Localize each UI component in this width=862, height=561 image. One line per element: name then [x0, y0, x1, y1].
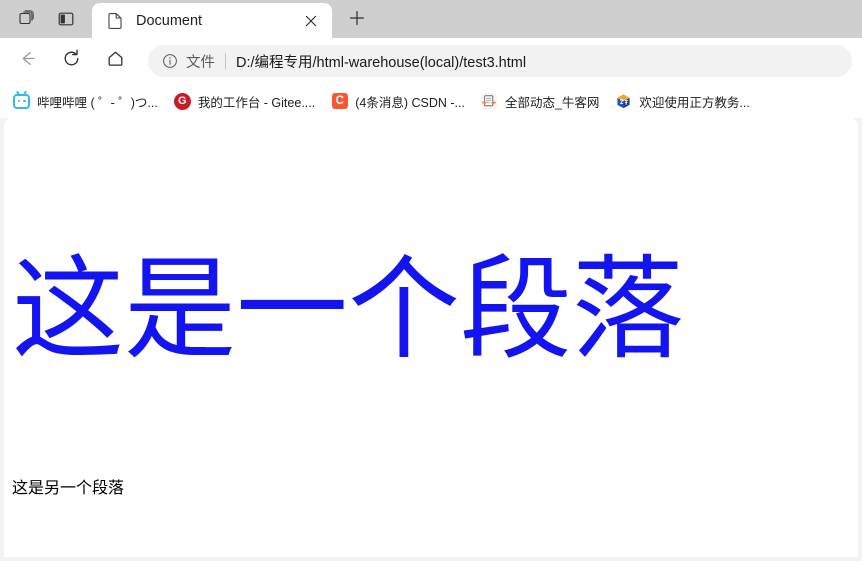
bookmark-label: 全部动态_牛客网 [504, 95, 600, 110]
bookmark-item-gitee[interactable]: G 我的工作台 - Gitee.... [167, 88, 322, 114]
address-separator [225, 53, 226, 69]
csdn-icon: C [331, 93, 348, 110]
info-circle-icon[interactable] [160, 51, 180, 71]
content-viewport-area: 这是一个段落 这是另一个段落 [0, 118, 862, 561]
bookmark-item-nowcoder[interactable]: 全部动态_牛客网 [474, 88, 606, 114]
back-button[interactable] [10, 44, 44, 78]
page-paragraph-small: 这是另一个段落 [12, 478, 125, 498]
zhengfang-icon [615, 93, 632, 110]
address-url-text[interactable]: D:/编程专用/html-warehouse(local)/test3.html [236, 51, 526, 72]
new-tab-button[interactable] [340, 5, 374, 35]
home-button[interactable] [98, 44, 132, 78]
home-icon [105, 48, 126, 74]
bilibili-icon [13, 93, 30, 110]
bookmark-label: (4条消息) CSDN -... [355, 95, 465, 110]
page-paragraph-large: 这是一个段落 [12, 245, 684, 375]
refresh-icon [61, 48, 82, 74]
close-icon[interactable] [298, 8, 324, 34]
document-page-icon [106, 12, 124, 30]
bookmark-label: 我的工作台 - Gitee.... [197, 95, 316, 110]
split-screen-icon [56, 9, 76, 29]
nowcoder-icon [481, 93, 498, 110]
navigation-toolbar: 文件 D:/编程专用/html-warehouse(local)/test3.h… [0, 38, 862, 84]
bookmark-item-zhengfang[interactable]: 欢迎使用正方教务... [608, 88, 756, 114]
gitee-icon-text: G [173, 92, 191, 110]
browser-window: Document 文件 D:/编程专用/html-warehouse(local… [0, 0, 862, 561]
tab-actions-button[interactable] [6, 3, 46, 35]
back-arrow-icon [17, 48, 38, 74]
tab-actions-icon [16, 9, 36, 29]
bookmark-item-csdn[interactable]: C (4条消息) CSDN -... [324, 88, 472, 114]
rendered-html-document: 这是一个段落 这是另一个段落 [4, 118, 858, 557]
tab-title: Document [136, 12, 203, 29]
page-viewport[interactable]: 这是一个段落 这是另一个段落 [4, 118, 858, 557]
bookmarks-bar: 哔哩哔哩 ( ゜- ゜)つ... G 我的工作台 - Gitee.... C (… [0, 84, 862, 118]
refresh-button[interactable] [54, 44, 88, 78]
address-scheme-label: 文件 [186, 54, 215, 71]
tab-strip: Document [0, 0, 862, 38]
bookmark-label: 哔哩哔哩 ( ゜- ゜)つ... [37, 95, 158, 110]
address-bar[interactable]: 文件 D:/编程专用/html-warehouse(local)/test3.h… [148, 45, 852, 77]
bookmark-item-bilibili[interactable]: 哔哩哔哩 ( ゜- ゜)つ... [6, 88, 165, 114]
browser-tab[interactable]: Document [92, 3, 332, 38]
plus-icon [349, 10, 365, 31]
gitee-icon: G [173, 92, 191, 110]
bookmark-label: 欢迎使用正方教务... [639, 95, 750, 110]
csdn-icon-text: C [331, 93, 348, 109]
split-screen-button[interactable] [46, 3, 86, 35]
